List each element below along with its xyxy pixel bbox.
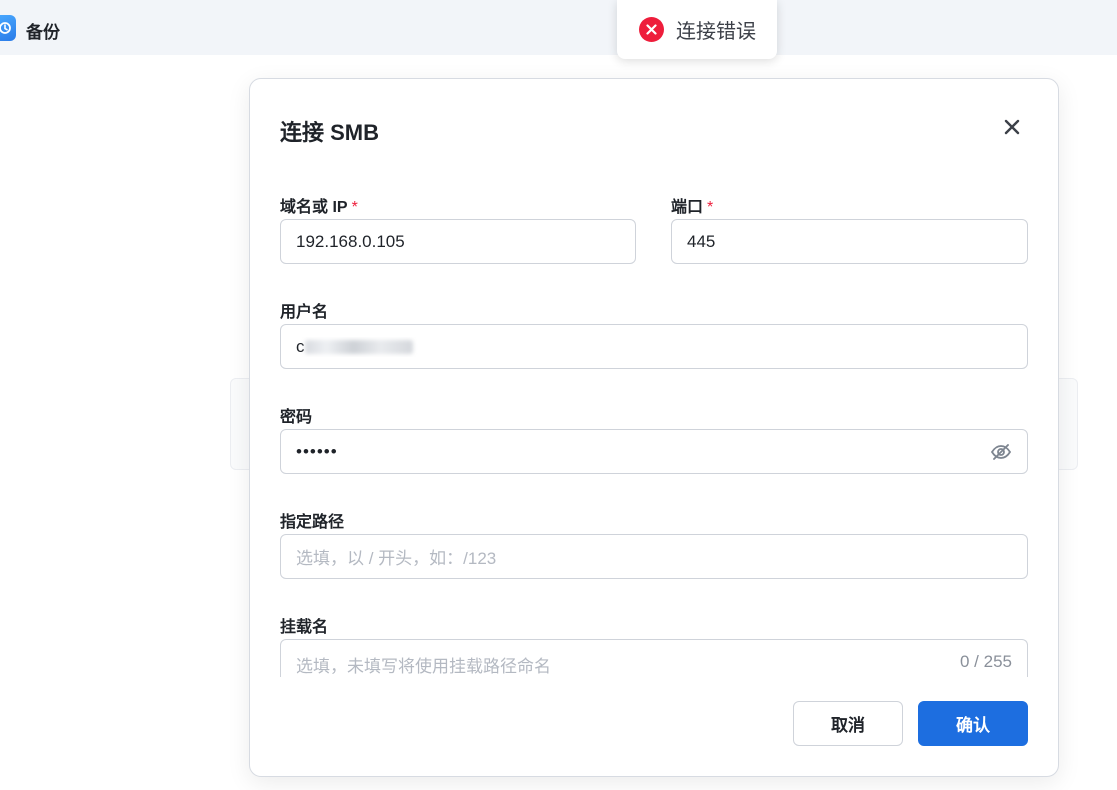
- port-label-text: 端口: [671, 199, 704, 216]
- mount-name-placeholder: 选填，未填写将使用挂载路径命名: [296, 657, 551, 676]
- password-input[interactable]: ••••••: [280, 429, 1028, 474]
- username-label: 用户名: [280, 304, 329, 321]
- username-value: c: [296, 337, 1012, 357]
- path-placeholder: 选填，以 / 开头，如：/123: [296, 549, 497, 568]
- backup-app-icon: [0, 15, 16, 41]
- port-label: 端口 *: [671, 193, 713, 217]
- redacted-text: [304, 340, 413, 355]
- error-circle-icon: [639, 17, 664, 42]
- host-label: 域名或 IP *: [280, 193, 358, 217]
- dialog-title: 连接 SMB: [280, 120, 380, 145]
- host-label-text: 域名或 IP: [280, 199, 348, 216]
- eye-off-icon[interactable]: [990, 443, 1012, 461]
- smb-connect-dialog: 连接 SMB 域名或 IP * 192.168.0.105 端口 * 445 用户名…: [249, 78, 1059, 777]
- required-mark: *: [351, 199, 358, 216]
- cancel-button[interactable]: 取消: [793, 701, 903, 746]
- confirm-button[interactable]: 确认: [918, 701, 1028, 746]
- path-input[interactable]: 选填，以 / 开头，如：/123: [280, 534, 1028, 579]
- username-input[interactable]: c: [280, 324, 1028, 369]
- char-counter: 0 / 255: [960, 652, 1012, 671]
- top-bar: 备份: [0, 0, 1117, 55]
- password-label: 密码: [280, 409, 313, 426]
- username-visible-text: c: [296, 336, 305, 356]
- password-value: ••••••: [296, 441, 338, 461]
- host-value: 192.168.0.105: [296, 231, 405, 251]
- toast-message: 连接错误: [676, 21, 756, 43]
- close-icon[interactable]: [998, 113, 1026, 141]
- mount-name-label: 挂载名: [280, 619, 329, 636]
- port-value: 445: [687, 231, 716, 251]
- path-label: 指定路径: [280, 514, 345, 531]
- error-toast: 连接错误: [617, 0, 777, 59]
- port-input[interactable]: 445: [671, 219, 1028, 264]
- mount-name-input[interactable]: 选填，未填写将使用挂载路径命名 0 / 255: [280, 639, 1028, 677]
- host-input[interactable]: 192.168.0.105: [280, 219, 636, 264]
- required-mark: *: [707, 199, 714, 216]
- app-title: 备份: [26, 23, 60, 42]
